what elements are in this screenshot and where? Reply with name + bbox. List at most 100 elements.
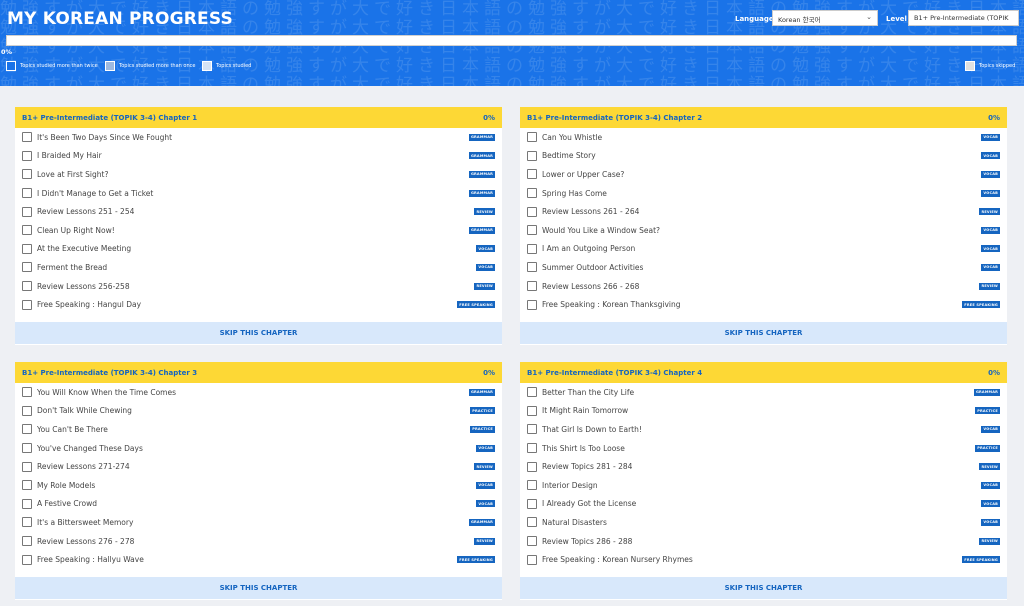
topic-checkbox[interactable] <box>22 443 32 454</box>
topic-item[interactable]: Free Speaking : Korean Nursery Rhymes FRE… <box>520 550 1007 569</box>
topic-checkbox[interactable] <box>527 405 537 416</box>
topic-label[interactable]: Can You Whistle <box>542 133 981 142</box>
topic-checkbox[interactable] <box>22 536 32 547</box>
topic-label[interactable]: At the Executive Meeting <box>37 244 476 253</box>
topic-checkbox[interactable] <box>527 480 537 491</box>
topic-label[interactable]: I Am an Outgoing Person <box>542 244 981 253</box>
topic-checkbox[interactable] <box>22 405 32 416</box>
topic-item[interactable]: Would You Like a Window Seat? VOCAB <box>520 221 1007 240</box>
topic-item[interactable]: Spring Has Come VOCAB <box>520 184 1007 203</box>
topic-label[interactable]: My Role Models <box>37 481 476 490</box>
topic-item[interactable]: Ferment the Bread VOCAB <box>15 258 502 277</box>
topic-label[interactable]: Review Lessons 276 - 278 <box>37 537 474 546</box>
topic-item[interactable]: Better Than the City Life GRAMMAR <box>520 383 1007 402</box>
topic-item[interactable]: Free Speaking : Hallyu Wave FREE SPEAKING <box>15 550 502 569</box>
topic-checkbox[interactable] <box>22 132 32 143</box>
topic-item[interactable]: At the Executive Meeting VOCAB <box>15 240 502 259</box>
topic-checkbox[interactable] <box>22 169 32 180</box>
topic-label[interactable]: This Shirt Is Too Loose <box>542 444 975 453</box>
topic-label[interactable]: Bedtime Story <box>542 151 981 160</box>
topic-item[interactable]: You Will Know When the Time Comes GRAMMAR <box>15 383 502 402</box>
topic-item[interactable]: Review Lessons 256-258 REVIEW <box>15 277 502 296</box>
chapter-header[interactable]: B1+ Pre-Intermediate (TOPIK 3-4) Chapter… <box>15 107 502 128</box>
topic-item[interactable]: Free Speaking : Korean Thanksgiving FREE … <box>520 295 1007 314</box>
topic-item[interactable]: Bedtime Story VOCAB <box>520 147 1007 166</box>
topic-item[interactable]: A Festive Crowd VOCAB <box>15 495 502 514</box>
topic-label[interactable]: Review Topics 281 - 284 <box>542 462 979 471</box>
topic-label[interactable]: Review Lessons 251 - 254 <box>37 207 474 216</box>
topic-item[interactable]: Review Topics 281 - 284 REVIEW <box>520 457 1007 476</box>
topic-item[interactable]: I Am an Outgoing Person VOCAB <box>520 240 1007 259</box>
topic-checkbox[interactable] <box>22 188 32 199</box>
skip-chapter-button[interactable]: SKIP THIS CHAPTER <box>15 577 502 599</box>
skip-chapter-button[interactable]: SKIP THIS CHAPTER <box>520 577 1007 599</box>
topic-item[interactable]: Review Lessons 276 - 278 REVIEW <box>15 532 502 551</box>
topic-label[interactable]: You Can't Be There <box>37 425 470 434</box>
topic-checkbox[interactable] <box>22 225 32 236</box>
topic-checkbox[interactable] <box>22 517 32 528</box>
topic-label[interactable]: Review Topics 286 - 288 <box>542 537 979 546</box>
topic-checkbox[interactable] <box>527 498 537 509</box>
topic-label[interactable]: Love at First Sight? <box>37 170 469 179</box>
topic-item[interactable]: Clean Up Right Now! GRAMMAR <box>15 221 502 240</box>
language-select[interactable]: Korean 한국어 ⌄ <box>772 10 878 26</box>
topic-item[interactable]: Free Speaking : Hangul Day FREE SPEAKING <box>15 295 502 314</box>
topic-item[interactable]: Don't Talk While Chewing PRACTICE <box>15 402 502 421</box>
topic-label[interactable]: I Didn't Manage to Get a Ticket <box>37 189 469 198</box>
skip-chapter-button[interactable]: SKIP THIS CHAPTER <box>520 322 1007 344</box>
chapter-header[interactable]: B1+ Pre-Intermediate (TOPIK 3-4) Chapter… <box>520 107 1007 128</box>
topic-checkbox[interactable] <box>527 387 537 398</box>
topic-item[interactable]: Can You Whistle VOCAB <box>520 128 1007 147</box>
topic-label[interactable]: Lower or Upper Case? <box>542 170 981 179</box>
topic-checkbox[interactable] <box>22 243 32 254</box>
topic-checkbox[interactable] <box>22 150 32 161</box>
topic-label[interactable]: That Girl Is Down to Earth! <box>542 425 981 434</box>
topic-checkbox[interactable] <box>22 498 32 509</box>
topic-item[interactable]: Review Lessons 261 - 264 REVIEW <box>520 202 1007 221</box>
topic-checkbox[interactable] <box>22 554 32 565</box>
topic-label[interactable]: It's Been Two Days Since We Fought <box>37 133 469 142</box>
topic-label[interactable]: Review Lessons 271-274 <box>37 462 474 471</box>
topic-checkbox[interactable] <box>527 206 537 217</box>
topic-checkbox[interactable] <box>527 169 537 180</box>
topic-label[interactable]: Clean Up Right Now! <box>37 226 469 235</box>
topic-item[interactable]: I Braided My Hair GRAMMAR <box>15 147 502 166</box>
topic-item[interactable]: Love at First Sight? GRAMMAR <box>15 165 502 184</box>
topic-checkbox[interactable] <box>22 262 32 273</box>
topic-item[interactable]: Review Topics 286 - 288 REVIEW <box>520 532 1007 551</box>
topic-label[interactable]: Ferment the Bread <box>37 263 476 272</box>
topic-item[interactable]: This Shirt Is Too Loose PRACTICE <box>520 439 1007 458</box>
topic-label[interactable]: Would You Like a Window Seat? <box>542 226 981 235</box>
topic-checkbox[interactable] <box>527 281 537 292</box>
topic-label[interactable]: You Will Know When the Time Comes <box>37 388 469 397</box>
topic-item[interactable]: Review Lessons 271-274 REVIEW <box>15 457 502 476</box>
topic-checkbox[interactable] <box>527 262 537 273</box>
topic-checkbox[interactable] <box>527 443 537 454</box>
topic-item[interactable]: Natural Disasters VOCAB <box>520 513 1007 532</box>
topic-checkbox[interactable] <box>22 480 32 491</box>
topic-label[interactable]: Better Than the City Life <box>542 388 974 397</box>
topic-label[interactable]: Review Lessons 261 - 264 <box>542 207 979 216</box>
level-select[interactable]: B1+ Pre-Intermediate (TOPIK <box>908 10 1019 26</box>
topic-checkbox[interactable] <box>527 554 537 565</box>
topic-checkbox[interactable] <box>527 132 537 143</box>
topic-item[interactable]: I Didn't Manage to Get a Ticket GRAMMAR <box>15 184 502 203</box>
chapter-header[interactable]: B1+ Pre-Intermediate (TOPIK 3-4) Chapter… <box>520 362 1007 383</box>
topic-label[interactable]: Review Lessons 256-258 <box>37 282 474 291</box>
topic-checkbox[interactable] <box>527 424 537 435</box>
topic-item[interactable]: You've Changed These Days VOCAB <box>15 439 502 458</box>
topic-label[interactable]: I Already Got the License <box>542 499 981 508</box>
topic-checkbox[interactable] <box>527 536 537 547</box>
topic-item[interactable]: Summer Outdoor Activities VOCAB <box>520 258 1007 277</box>
topic-checkbox[interactable] <box>22 424 32 435</box>
topic-label[interactable]: I Braided My Hair <box>37 151 469 160</box>
topic-label[interactable]: Free Speaking : Korean Thanksgiving <box>542 300 962 309</box>
topic-item[interactable]: Review Lessons 266 - 268 REVIEW <box>520 277 1007 296</box>
topic-checkbox[interactable] <box>527 461 537 472</box>
topic-item[interactable]: That Girl Is Down to Earth! VOCAB <box>520 420 1007 439</box>
topic-item[interactable]: It's a Bittersweet Memory GRAMMAR <box>15 513 502 532</box>
topic-label[interactable]: Free Speaking : Korean Nursery Rhymes <box>542 555 962 564</box>
topic-label[interactable]: Spring Has Come <box>542 189 981 198</box>
topic-checkbox[interactable] <box>22 281 32 292</box>
chapter-header[interactable]: B1+ Pre-Intermediate (TOPIK 3-4) Chapter… <box>15 362 502 383</box>
